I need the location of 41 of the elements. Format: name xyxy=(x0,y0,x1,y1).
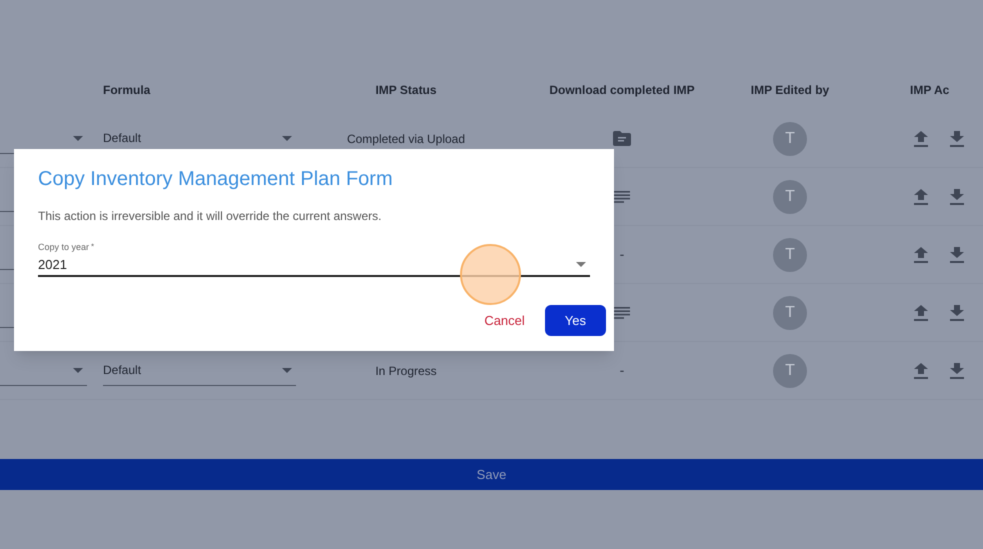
dropdown-caret-icon xyxy=(576,262,586,267)
cancel-button[interactable]: Cancel xyxy=(484,305,525,336)
field-value: 2021 xyxy=(38,256,67,274)
column-header: Download completed IMP xyxy=(549,83,695,97)
upload-icon[interactable] xyxy=(914,362,928,378)
download-icon[interactable] xyxy=(950,188,964,204)
download-icon[interactable] xyxy=(950,246,964,262)
download-icon[interactable] xyxy=(950,304,964,320)
column-header: IMP Edited by xyxy=(750,83,830,97)
save-button[interactable]: Save xyxy=(0,459,983,490)
upload-icon[interactable] xyxy=(914,130,928,146)
dropdown-caret-icon xyxy=(73,136,83,140)
user-avatar: T xyxy=(773,122,807,156)
text-lines-icon[interactable] xyxy=(614,306,630,318)
user-avatar: T xyxy=(773,296,807,330)
dropdown-caret-icon xyxy=(73,368,83,372)
user-avatar: T xyxy=(773,354,807,388)
column-header: Formula xyxy=(103,83,150,97)
download-icon[interactable] xyxy=(950,362,964,378)
upload-icon[interactable] xyxy=(914,304,928,320)
download-icon[interactable] xyxy=(950,130,964,146)
yes-button[interactable]: Yes xyxy=(544,305,606,336)
formula-dropdown[interactable]: Default xyxy=(103,356,296,386)
field-label: Copy to year xyxy=(38,241,90,254)
folder-icon[interactable] xyxy=(613,131,631,146)
column-header: IMP Status xyxy=(375,83,437,97)
status-text: Completed via Upload xyxy=(346,132,466,146)
empty-value: - xyxy=(620,245,624,264)
dropdown-caret-icon xyxy=(282,136,292,140)
required-asterisk: * xyxy=(91,241,94,253)
column-header: IMP Ac xyxy=(910,83,950,97)
upload-icon[interactable] xyxy=(914,246,928,262)
empty-value: - xyxy=(620,361,624,380)
upload-icon[interactable] xyxy=(914,188,928,204)
user-avatar: T xyxy=(773,238,807,272)
dialog-message: This action is irreversible and it will override the current answers. xyxy=(38,208,382,225)
user-avatar: T xyxy=(773,180,807,214)
text-lines-icon[interactable] xyxy=(614,190,630,202)
dialog-title: Copy Inventory Management Plan Form xyxy=(38,167,394,192)
status-text: In Progress xyxy=(375,364,437,378)
dropdown-caret-icon xyxy=(282,368,292,372)
